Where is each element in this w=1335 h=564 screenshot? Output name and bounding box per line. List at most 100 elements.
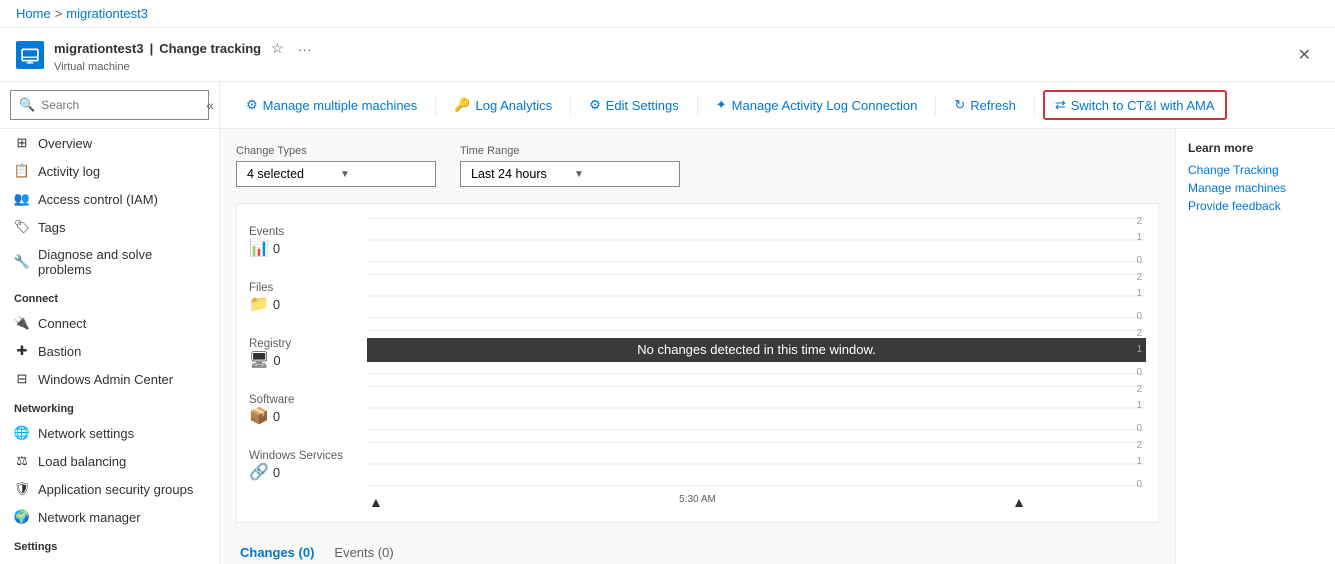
network-manager-icon: 🌍 [14, 509, 30, 525]
sidebar-item-app-security-groups[interactable]: 🛡 Application security groups [0, 475, 219, 503]
log-analytics-icon: 🔑 [454, 97, 470, 113]
search-input[interactable] [41, 98, 196, 112]
tabs-row: Changes (0) Events (0) [236, 539, 1159, 564]
tab-changes[interactable]: Changes (0) [236, 539, 330, 564]
sidebar-item-network-manager[interactable]: 🌍 Network manager [0, 503, 219, 531]
sidebar-item-access-control[interactable]: 👥 Access control (IAM) [0, 185, 219, 213]
main-layout: 🔍 « ⊞ Overview 📋 Activity log 👥 Access c… [0, 82, 1335, 564]
services-chart-svg [367, 440, 1146, 488]
sidebar-item-load-balancing[interactable]: ⚖ Load balancing [0, 447, 219, 475]
manage-activity-icon: ✦ [716, 97, 727, 113]
change-types-chevron: ▼ [340, 169, 425, 180]
learn-more-manage-machines[interactable]: Manage machines [1188, 181, 1323, 195]
software-chart-icon: 📦 [249, 406, 269, 426]
search-input-wrap[interactable]: 🔍 « [10, 90, 209, 120]
sidebar-item-diagnose[interactable]: 🔧 Diagnose and solve problems [0, 241, 219, 283]
software-y2: 2 [1136, 384, 1142, 395]
time-range-label: Time Range [460, 145, 680, 157]
sidebar-item-connect[interactable]: 🔌 Connect [0, 309, 219, 337]
log-analytics-button[interactable]: 🔑 Log Analytics [444, 92, 562, 118]
breadcrumb-home[interactable]: Home [16, 6, 51, 21]
chart-x-label: 5:30 AM [679, 494, 716, 510]
services-y1: 1 [1136, 456, 1142, 467]
files-chart-area: 2 1 0 [367, 272, 1146, 324]
manage-machines-button[interactable]: ⚙ Manage multiple machines [236, 92, 427, 118]
collapse-sidebar-button[interactable]: « [202, 95, 218, 115]
sidebar-item-network-settings[interactable]: 🌐 Network settings [0, 419, 219, 447]
overview-icon: ⊞ [14, 135, 30, 151]
events-chart-svg [367, 216, 1146, 264]
breadcrumb-current[interactable]: migrationtest3 [66, 6, 148, 21]
toolbar-separator-3 [697, 95, 698, 115]
app-security-groups-icon: 🛡 [14, 481, 30, 497]
resource-name: migrationtest3 [54, 41, 144, 56]
learn-more-change-tracking[interactable]: Change Tracking [1188, 163, 1323, 177]
services-y0: 0 [1136, 479, 1142, 490]
sidebar-item-bastion[interactable]: ✚ Bastion [0, 337, 219, 365]
registry-chart-icon: 🖥 [249, 350, 269, 370]
change-types-filter: Change Types 4 selected ▼ [236, 145, 436, 187]
chart-label-files: Files 📁 0 [249, 282, 359, 314]
change-types-value: 4 selected [247, 167, 332, 181]
files-y0: 0 [1136, 311, 1142, 322]
close-button[interactable]: ✕ [1290, 41, 1319, 69]
refresh-label: Refresh [970, 98, 1016, 113]
time-range-value: Last 24 hours [471, 167, 566, 181]
content-panels: Change Types 4 selected ▼ Time Range Las… [220, 129, 1335, 564]
time-range-select[interactable]: Last 24 hours ▼ [460, 161, 680, 187]
chart-rows: Events 📊 0 2 1 0 [249, 216, 1146, 492]
content-area: ⚙ Manage multiple machines 🔑 Log Analyti… [220, 82, 1335, 564]
network-settings-icon: 🌐 [14, 425, 30, 441]
tags-icon: 🏷 [14, 219, 30, 235]
sidebar-label-tags: Tags [38, 220, 65, 235]
sidebar-label-network-settings: Network settings [38, 426, 134, 441]
resource-subtitle: Virtual machine [54, 61, 316, 73]
switch-ctai-icon: ⇄ [1055, 97, 1066, 113]
page-header: migrationtest3 | Change tracking ☆ ··· V… [0, 28, 1335, 82]
software-y1: 1 [1136, 400, 1142, 411]
windows-services-chart-area: 2 1 0 [367, 440, 1146, 492]
software-chart-area: 2 1 0 [367, 384, 1146, 436]
sidebar-item-windows-admin[interactable]: ⊟ Windows Admin Center [0, 365, 219, 393]
refresh-button[interactable]: ↻ Refresh [944, 92, 1025, 118]
svg-text:No changes detected in this ti: No changes detected in this time window. [637, 342, 875, 357]
sidebar-label-network-manager: Network manager [38, 510, 141, 525]
learn-more-provide-feedback[interactable]: Provide feedback [1188, 199, 1323, 213]
learn-more-panel: Learn more Change Tracking Manage machin… [1175, 129, 1335, 564]
time-range-chevron: ▼ [574, 169, 669, 180]
vm-icon [16, 41, 44, 69]
files-chart-icon: 📁 [249, 294, 269, 314]
manage-activity-button[interactable]: ✦ Manage Activity Log Connection [706, 92, 928, 118]
manage-machines-label: Manage multiple machines [263, 98, 418, 113]
search-icon: 🔍 [19, 97, 35, 113]
chart-container: Events 📊 0 2 1 0 [236, 203, 1159, 523]
chart-label-registry: Registry 🖥 0 [249, 338, 359, 370]
files-chart-svg [367, 272, 1146, 320]
diagnose-icon: 🔧 [14, 254, 30, 270]
page-title-group: migrationtest3 | Change tracking ☆ ··· V… [54, 36, 316, 73]
tab-events[interactable]: Events (0) [330, 539, 409, 564]
windows-services-chart-icon: 🔗 [249, 462, 269, 482]
manage-activity-label: Manage Activity Log Connection [732, 98, 918, 113]
pin-button[interactable]: ☆ [267, 36, 288, 61]
sidebar-item-overview[interactable]: ⊞ Overview [0, 129, 219, 157]
log-analytics-label: Log Analytics [475, 98, 552, 113]
change-types-select[interactable]: 4 selected ▼ [236, 161, 436, 187]
services-y2: 2 [1136, 440, 1142, 451]
chart-row-software: Software 📦 0 2 1 0 [249, 384, 1146, 436]
software-y0: 0 [1136, 423, 1142, 434]
events-chart-icon: 📊 [249, 238, 269, 258]
chart-label-events: Events 📊 0 [249, 226, 359, 258]
page-header-left: migrationtest3 | Change tracking ☆ ··· V… [16, 36, 316, 73]
switch-ctai-button[interactable]: ⇄ Switch to CT&I with AMA [1043, 90, 1227, 120]
sidebar-label-app-security-groups: Application security groups [38, 482, 193, 497]
toolbar-separator-5 [1034, 95, 1035, 115]
edit-settings-button[interactable]: ⚙ Edit Settings [579, 92, 689, 118]
chart-label-windows-services: Windows Services 🔗 0 [249, 450, 359, 482]
files-value: 0 [273, 297, 280, 312]
more-button[interactable]: ··· [294, 37, 316, 61]
sidebar-item-activity-log[interactable]: 📋 Activity log [0, 157, 219, 185]
toolbar-separator-1 [435, 95, 436, 115]
manage-machines-icon: ⚙ [246, 97, 258, 113]
sidebar-item-tags[interactable]: 🏷 Tags [0, 213, 219, 241]
